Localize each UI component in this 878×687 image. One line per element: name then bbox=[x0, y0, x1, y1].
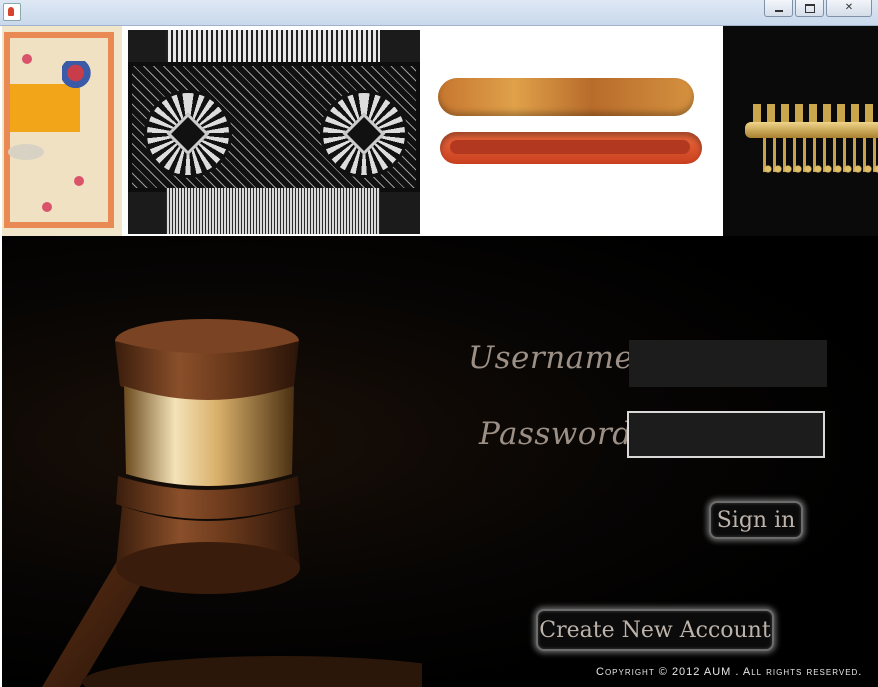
password-label: Password bbox=[479, 416, 633, 452]
minimize-icon bbox=[774, 10, 783, 12]
inlaid-comb-image bbox=[128, 30, 420, 234]
window-title-bar: ✕ bbox=[0, 0, 878, 26]
gavel-image bbox=[42, 319, 422, 687]
maximize-icon bbox=[804, 3, 815, 13]
window-controls: ✕ bbox=[764, 0, 872, 17]
username-label: Username bbox=[468, 340, 634, 376]
login-panel: Username Password Sign in Create New Acc… bbox=[2, 236, 878, 687]
close-button[interactable]: ✕ bbox=[826, 0, 872, 17]
sign-in-button[interactable]: Sign in bbox=[709, 501, 803, 539]
create-account-button[interactable]: Create New Account bbox=[536, 609, 774, 651]
blurred-tab bbox=[28, 2, 31, 16]
background-window-tabs bbox=[28, 2, 31, 16]
copyright-notice: Copyright © 2012 AUM . All rights reserv… bbox=[596, 666, 863, 678]
maximize-button[interactable] bbox=[795, 0, 824, 17]
miniature-painting-image bbox=[2, 26, 122, 236]
java-app-icon[interactable] bbox=[3, 3, 21, 21]
password-input[interactable] bbox=[627, 411, 825, 458]
close-icon: ✕ bbox=[844, 2, 854, 13]
gold-ornament-image bbox=[723, 26, 878, 236]
pen-case-image bbox=[434, 72, 708, 178]
artifact-banner bbox=[2, 26, 878, 236]
minimize-button[interactable] bbox=[764, 0, 793, 17]
username-input[interactable] bbox=[629, 340, 827, 387]
